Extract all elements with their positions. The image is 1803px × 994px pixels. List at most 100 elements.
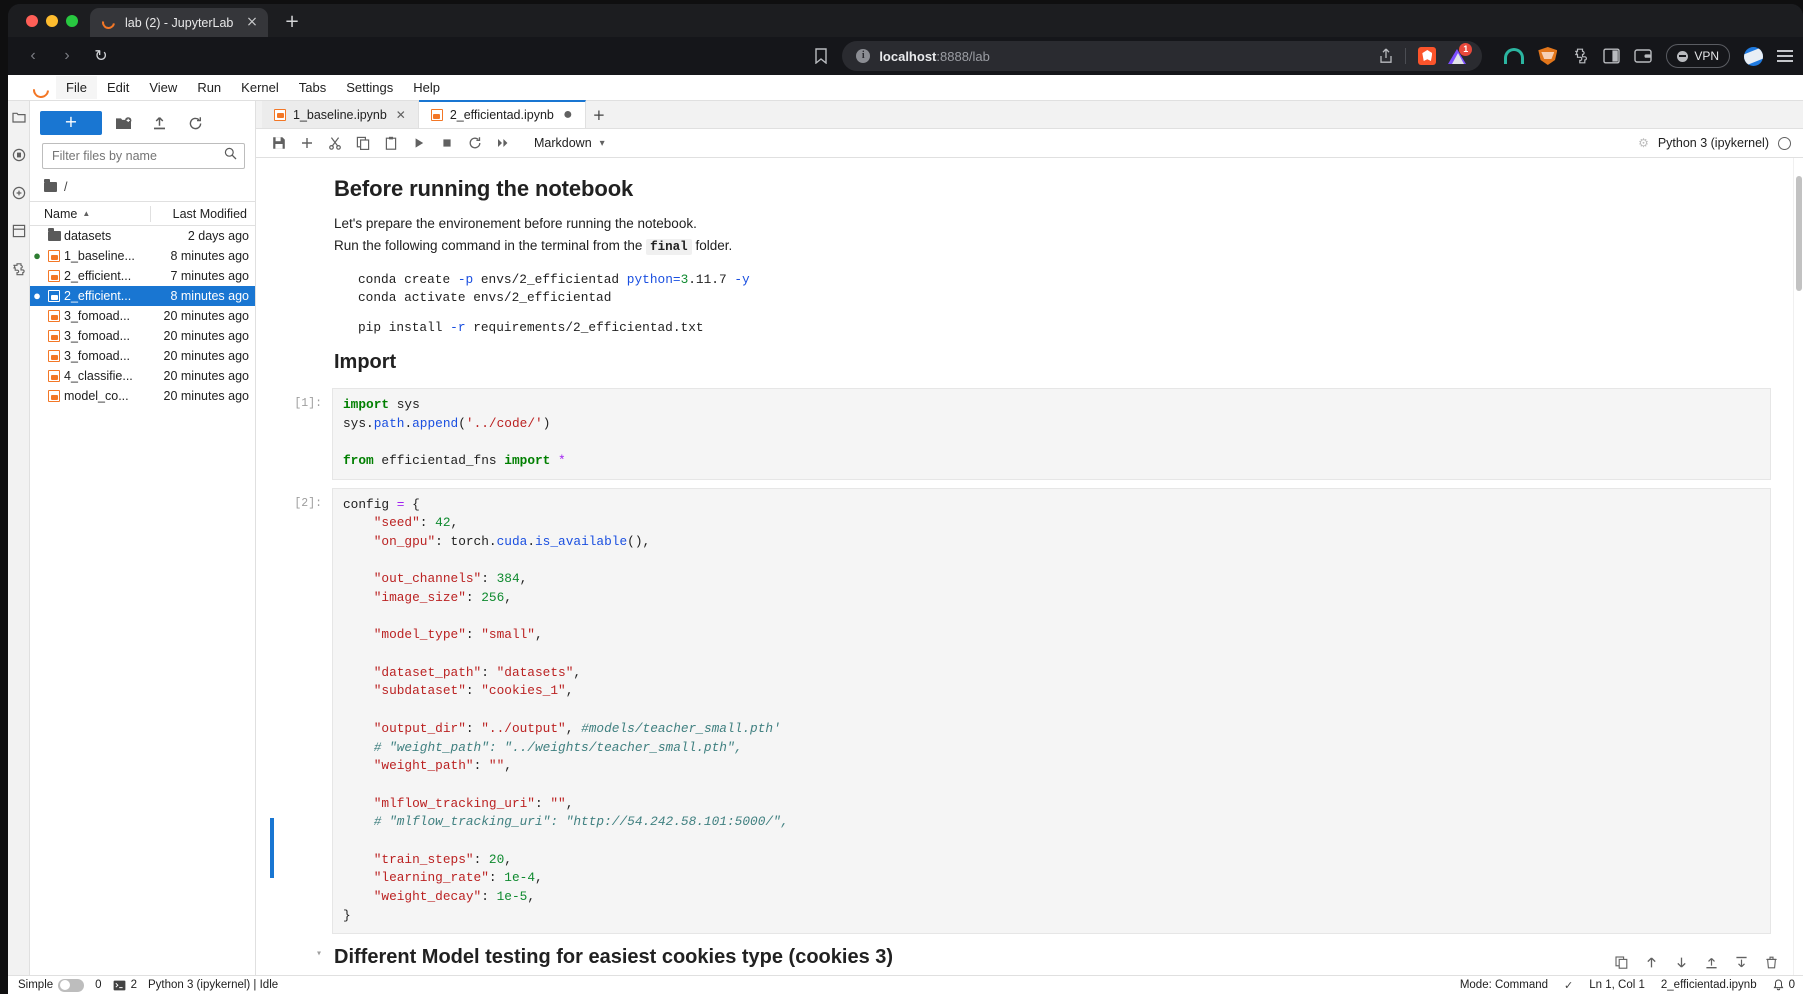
sidebar-panel-icon[interactable]	[1603, 48, 1621, 64]
new-tab-button[interactable]: +	[278, 8, 306, 36]
file-row[interactable]: 3_fomoad... 20 minutes ago	[30, 306, 255, 326]
kernel-indicator[interactable]: ⚙ Python 3 (ipykernel)	[1638, 136, 1795, 150]
menu-run[interactable]: Run	[187, 76, 231, 99]
new-launcher-button[interactable]: +	[40, 111, 102, 135]
file-row[interactable]: 3_fomoad... 20 minutes ago	[30, 326, 255, 346]
cursor-position[interactable]: Ln 1, Col 1	[1589, 979, 1645, 991]
code-cell-1[interactable]: [1]: import sys sys.path.append('../code…	[256, 388, 1793, 480]
notification-count[interactable]: 0	[1773, 979, 1795, 991]
file-row[interactable]: 2_efficient... 7 minutes ago	[30, 266, 255, 286]
save-icon[interactable]	[266, 131, 292, 155]
brave-shields-icon[interactable]	[1418, 47, 1437, 65]
simple-mode-toggle[interactable]: Simple	[18, 978, 85, 992]
refresh-icon[interactable]	[180, 112, 210, 134]
close-icon[interactable]: ✕	[394, 108, 408, 122]
markdown-cell-intro[interactable]: Before running the notebook Let's prepar…	[256, 172, 1793, 382]
menu-settings[interactable]: Settings	[336, 76, 403, 99]
stop-kernel-icon[interactable]	[434, 131, 460, 155]
markdown-body[interactable]: Different Model testing for easiest cook…	[332, 946, 1771, 968]
run-cell-icon[interactable]	[406, 131, 432, 155]
file-row[interactable]: 3_fomoad... 20 minutes ago	[30, 346, 255, 366]
back-icon[interactable]: ‹	[18, 41, 48, 71]
breadcrumb[interactable]: /	[30, 175, 255, 202]
scrollbar-thumb[interactable]	[1796, 176, 1802, 291]
vpn-button[interactable]: VPN	[1666, 44, 1730, 68]
sidebar-item-extensions-icon[interactable]	[11, 261, 27, 277]
breadcrumb-root[interactable]: /	[64, 180, 67, 194]
code-editor[interactable]: config = { "seed": 42, "on_gpu": torch.c…	[332, 487, 1771, 935]
close-window-button[interactable]	[26, 14, 38, 27]
code-editor[interactable]: import sys sys.path.append('../code/') f…	[332, 388, 1771, 480]
bookmark-icon[interactable]	[808, 43, 834, 69]
insert-below-icon[interactable]	[1733, 954, 1749, 970]
menu-file[interactable]: File	[56, 76, 97, 99]
url-bar[interactable]: i localhost:8888/lab 1	[842, 41, 1483, 71]
restart-run-all-icon[interactable]	[490, 131, 516, 155]
close-icon[interactable]: ×	[244, 14, 260, 31]
reload-icon[interactable]: ↻	[86, 41, 116, 71]
browser-tab-title: lab (2) - JupyterLab	[125, 15, 234, 30]
menu-kernel[interactable]: Kernel	[231, 76, 289, 99]
code-cell-2[interactable]: [2]: config = { "seed": 42, "on_gpu": to…	[256, 487, 1793, 935]
column-header-name[interactable]: Name ▲	[30, 207, 150, 221]
menu-view[interactable]: View	[139, 76, 187, 99]
kernel-status-text[interactable]: Python 3 (ipykernel) | Idle	[148, 979, 278, 991]
browser-menu-icon[interactable]	[1777, 50, 1793, 62]
menu-tabs[interactable]: Tabs	[289, 76, 336, 99]
extension-triangle-icon[interactable]: 1	[1448, 43, 1473, 65]
move-down-icon[interactable]	[1673, 954, 1689, 970]
browser-urlbar: ‹ › ↻ i localhost:8888/lab 1 VPN	[8, 37, 1803, 75]
metamask-icon[interactable]	[1538, 47, 1558, 65]
insert-above-icon[interactable]	[1703, 954, 1719, 970]
file-row[interactable]: ● 2_efficient... 8 minutes ago	[30, 286, 255, 306]
nordvpn-icon[interactable]	[1504, 48, 1525, 64]
divider	[1405, 48, 1407, 64]
share-icon[interactable]	[1379, 48, 1393, 64]
main-dock-area: 1_baseline.ipynb ✕ 2_efficientad.ipynb ●…	[256, 100, 1803, 975]
browser-tab[interactable]: lab (2) - JupyterLab ×	[90, 8, 268, 37]
terminal-sessions-count[interactable]: 2	[113, 979, 137, 991]
duplicate-icon[interactable]	[1613, 954, 1629, 970]
tab-2-efficientad[interactable]: 2_efficientad.ipynb ●	[418, 100, 586, 128]
markdown-body[interactable]: Before running the notebook Let's prepar…	[332, 172, 1771, 382]
sidebar-item-property-inspector-icon[interactable]	[11, 223, 27, 239]
file-filter-box[interactable]	[42, 143, 245, 169]
filter-files-input[interactable]	[52, 149, 224, 163]
file-row[interactable]: datasets 2 days ago	[30, 226, 255, 246]
move-up-icon[interactable]	[1643, 954, 1659, 970]
trusted-notebook-icon[interactable]: ✓	[1564, 979, 1573, 992]
url-host: localhost	[879, 48, 937, 64]
forward-icon[interactable]: ›	[52, 41, 82, 71]
tab-1-baseline[interactable]: 1_baseline.ipynb ✕	[262, 101, 419, 128]
sidebar-item-files-icon[interactable]	[11, 109, 27, 125]
unsaved-changes-icon[interactable]: ●	[561, 107, 575, 123]
new-folder-icon[interactable]	[108, 112, 138, 134]
restart-kernel-icon[interactable]	[462, 131, 488, 155]
sidebar-item-running-icon[interactable]	[11, 147, 27, 163]
menu-help[interactable]: Help	[403, 76, 450, 99]
toggle-switch[interactable]	[58, 978, 85, 992]
cut-icon[interactable]	[322, 131, 348, 155]
browser-profile-icon[interactable]	[1744, 46, 1763, 66]
notebook-scrollbar[interactable]	[1793, 158, 1803, 975]
maximize-window-button[interactable]	[66, 14, 78, 27]
cell-type-dropdown[interactable]: Markdown ▾	[528, 132, 611, 154]
insert-cell-icon[interactable]	[294, 131, 320, 155]
kernel-sessions-count[interactable]: 0	[95, 979, 101, 991]
sidebar-item-commands-icon[interactable]	[11, 185, 27, 201]
minimize-window-button[interactable]	[46, 14, 58, 27]
column-header-modified[interactable]: Last Modified	[151, 207, 255, 221]
menu-edit[interactable]: Edit	[97, 76, 139, 99]
site-info-icon[interactable]: i	[856, 49, 871, 63]
copy-icon[interactable]	[350, 131, 376, 155]
file-row[interactable]: 4_classifie... 20 minutes ago	[30, 366, 255, 386]
upload-icon[interactable]	[144, 112, 174, 134]
add-tab-button[interactable]: +	[586, 101, 612, 128]
paste-icon[interactable]	[378, 131, 404, 155]
file-row[interactable]: model_co... 20 minutes ago	[30, 386, 255, 406]
wallet-icon[interactable]	[1634, 48, 1653, 64]
extensions-puzzle-icon[interactable]	[1571, 47, 1589, 65]
delete-icon[interactable]	[1763, 954, 1779, 970]
markdown-cell-model-testing[interactable]: ▾ Different Model testing for easiest co…	[256, 946, 1793, 968]
file-row[interactable]: ● 1_baseline... 8 minutes ago	[30, 246, 255, 266]
